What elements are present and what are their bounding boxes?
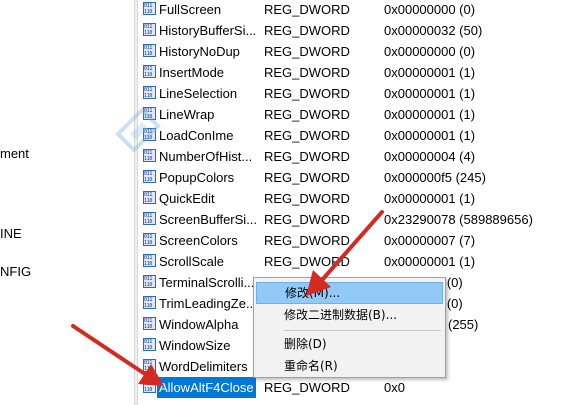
value-type: REG_DWORD — [264, 191, 350, 206]
value-data: 0x0 — [384, 380, 405, 395]
registry-value-row[interactable]: ScrollScale REG_DWORD 0x00000001 (1) — [138, 251, 576, 272]
reg-dword-icon — [143, 170, 156, 183]
reg-dword-icon — [143, 191, 156, 204]
menu-item-rename[interactable]: 重命名(R) — [256, 355, 443, 377]
value-data: 0x00000001 (1) — [384, 254, 476, 269]
registry-value-row[interactable]: FullScreen REG_DWORD 0x00000000 (0) — [138, 0, 576, 20]
registry-value-row[interactable]: HistoryBufferSi... REG_DWORD 0x00000032 (5… — [138, 20, 576, 41]
value-type: REG_DWORD — [264, 380, 350, 395]
value-type: REG_DWORD — [264, 23, 350, 38]
registry-value-row[interactable]: LineSelection REG_DWORD 0x00000001 (1) — [138, 83, 576, 104]
value-data: 0x00000000 (0) — [384, 2, 476, 17]
value-name: LoadConIme — [159, 128, 234, 143]
value-name: LineWrap — [159, 107, 215, 122]
value-name: WordDelimiters — [159, 359, 248, 374]
value-type: REG_DWORD — [264, 65, 350, 80]
value-type: REG_DWORD — [264, 212, 350, 227]
tree-item-fragment[interactable]: NFIG — [0, 264, 31, 279]
value-name: TerminalScrolli... — [159, 275, 255, 290]
value-type: REG_DWORD — [264, 149, 350, 164]
menu-separator — [284, 330, 441, 331]
reg-dword-icon — [143, 338, 156, 351]
value-name: ScreenColors — [159, 233, 238, 248]
value-data: 0x00000000 (0) — [384, 44, 476, 59]
reg-dword-icon — [143, 380, 156, 393]
value-name: FullScreen — [159, 2, 222, 17]
value-name: HistoryNoDup — [159, 44, 240, 59]
reg-string-icon — [143, 359, 156, 372]
menu-item-modify-binary[interactable]: 修改二进制数据(B)... — [256, 304, 443, 326]
registry-value-row[interactable]: QuickEdit REG_DWORD 0x00000001 (1) — [138, 188, 576, 209]
value-name: ScreenBufferSi... — [159, 212, 257, 227]
registry-tree-pane[interactable]: ment INE NFIG — [0, 0, 134, 405]
value-type: REG_DWORD — [264, 2, 350, 17]
reg-dword-icon — [143, 317, 156, 330]
registry-value-row[interactable]: ScreenBufferSi... REG_DWORD 0x23290078 (58… — [138, 209, 576, 230]
reg-dword-icon — [143, 2, 156, 15]
reg-dword-icon — [143, 233, 156, 246]
value-data: 0x000000f5 (245) — [384, 170, 486, 185]
registry-value-row[interactable]: PopupColors REG_DWORD 0x000000f5 (245) — [138, 167, 576, 188]
value-type: REG_DWORD — [264, 107, 350, 122]
value-data: 0x00000001 (1) — [384, 191, 476, 206]
value-data: 0x00000032 (50) — [384, 23, 483, 38]
watermark-logo-icon — [115, 107, 161, 153]
value-name: ScrollScale — [159, 254, 225, 269]
value-name: InsertMode — [159, 65, 225, 80]
reg-dword-icon — [143, 23, 156, 36]
value-type: REG_DWORD — [264, 170, 350, 185]
registry-value-row[interactable]: LineWrap REG_DWORD 0x00000001 (1) — [138, 104, 576, 125]
value-name: AllowAltF4Close — [157, 377, 256, 398]
registry-value-row[interactable]: HistoryNoDup REG_DWORD 0x00000000 (0) — [138, 41, 576, 62]
value-name: QuickEdit — [159, 191, 215, 206]
value-data: 0x00000001 (1) — [384, 107, 476, 122]
tree-item-fragment[interactable]: ment — [0, 146, 29, 161]
value-type: REG_DWORD — [264, 128, 350, 143]
value-name: WindowSize — [159, 338, 231, 353]
value-data: 0x00000004 (4) — [384, 149, 476, 164]
reg-dword-icon — [143, 44, 156, 57]
value-name: LineSelection — [159, 86, 238, 101]
value-name: WindowAlpha — [159, 317, 239, 332]
registry-value-row[interactable]: ScreenColors REG_DWORD 0x00000007 (7) — [138, 230, 576, 251]
registry-value-row[interactable]: InsertMode REG_DWORD 0x00000001 (1) — [138, 62, 576, 83]
value-data: 0x00000001 (1) — [384, 128, 476, 143]
context-menu: 修改(M)... 修改二进制数据(B)... 删除(D) 重命名(R) — [253, 277, 446, 378]
reg-dword-icon — [143, 254, 156, 267]
value-data: 0x00000001 (1) — [384, 65, 476, 80]
value-data: 0x00000001 (1) — [384, 86, 476, 101]
menu-item-modify[interactable]: 修改(M)... — [256, 282, 443, 304]
menu-item-delete[interactable]: 删除(D) — [256, 333, 443, 355]
value-data: (255) — [448, 317, 479, 332]
value-data: 0x00000007 (7) — [384, 233, 476, 248]
value-data: 0x23290078 (589889656) — [384, 212, 533, 227]
value-name: HistoryBufferSi... — [159, 23, 257, 38]
registry-value-row-selected[interactable]: AllowAltF4Close REG_DWORD 0x0 — [138, 377, 576, 398]
registry-value-row[interactable]: NumberOfHist... REG_DWORD 0x00000004 (4) — [138, 146, 576, 167]
value-name: TrimLeadingZe... — [159, 296, 257, 311]
value-type: REG_DWORD — [264, 86, 350, 101]
reg-dword-icon — [143, 65, 156, 78]
value-type: REG_DWORD — [264, 254, 350, 269]
reg-dword-icon — [143, 212, 156, 225]
value-type: REG_DWORD — [264, 233, 350, 248]
value-name: PopupColors — [159, 170, 235, 185]
reg-dword-icon — [143, 296, 156, 309]
value-type: REG_DWORD — [264, 44, 350, 59]
tree-item-fragment[interactable]: INE — [0, 226, 22, 241]
value-name: NumberOfHist... — [159, 149, 253, 164]
registry-value-row[interactable]: LoadConIme REG_DWORD 0x00000001 (1) — [138, 125, 576, 146]
reg-dword-icon — [143, 275, 156, 288]
